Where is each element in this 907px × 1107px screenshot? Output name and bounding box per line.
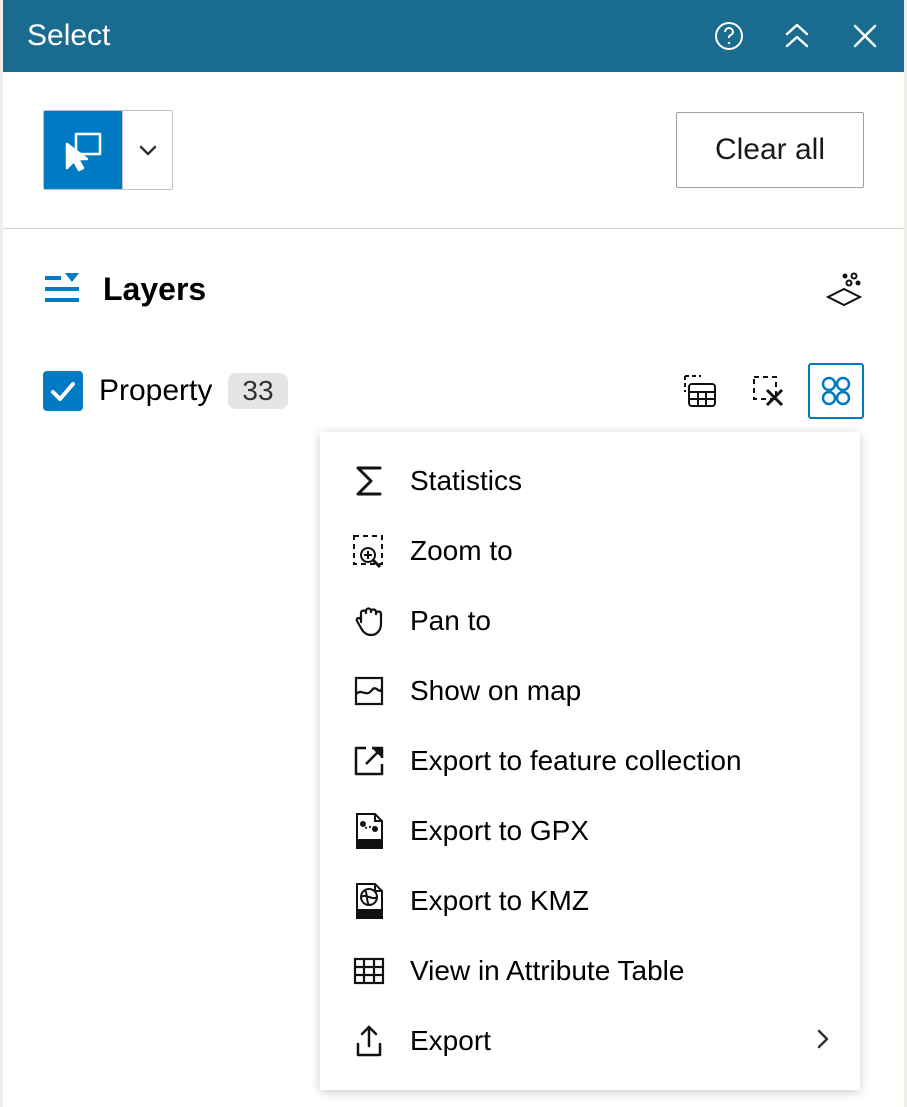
export-icon [350,1022,388,1060]
menu-label: Export to feature collection [410,745,742,777]
menu-item-export-feature-collection[interactable]: Export to feature collection [320,726,860,796]
chevron-right-icon [816,1025,830,1057]
menu-label: Export to KMZ [410,885,589,917]
actions-dropdown-menu: Statistics Zoom to Pan to [320,432,860,1090]
svg-text:KMZ: KMZ [360,909,377,918]
header-actions [714,21,880,51]
gpx-file-icon: GPX [350,812,388,850]
layers-legend-icon[interactable] [824,269,864,309]
layers-section: Layers Property 33 [3,229,904,459]
layers-icon [43,270,81,309]
layers-heading: Layers [103,271,206,308]
panel-header: Select [3,0,904,72]
kmz-file-icon: KMZ [350,882,388,920]
help-icon[interactable] [714,21,744,51]
menu-item-statistics[interactable]: Statistics [320,446,860,516]
pan-icon [350,602,388,640]
map-icon [350,672,388,710]
menu-item-export-kmz[interactable]: KMZ Export to KMZ [320,866,860,936]
menu-item-view-attribute-table[interactable]: View in Attribute Table [320,936,860,1006]
collapse-icon[interactable] [782,21,812,51]
menu-item-show-on-map[interactable]: Show on map [320,656,860,726]
selection-tool-group [43,110,173,190]
layer-row: Property 33 [43,363,864,419]
layer-count-badge: 33 [228,373,287,409]
menu-item-zoom-to[interactable]: Zoom to [320,516,860,586]
menu-label: Pan to [410,605,491,637]
export-fc-icon [350,742,388,780]
clear-all-button[interactable]: Clear all [676,112,864,188]
menu-label: Show on map [410,675,581,707]
layer-checkbox[interactable] [43,371,83,411]
menu-item-export[interactable]: Export [320,1006,860,1076]
menu-label: Zoom to [410,535,513,567]
svg-text:GPX: GPX [361,839,379,848]
menu-label: View in Attribute Table [410,955,684,987]
close-icon[interactable] [850,21,880,51]
menu-label: Export [410,1025,491,1057]
clear-selection-icon[interactable] [740,363,796,419]
layers-header: Layers [43,269,864,309]
panel-title: Select [27,19,714,53]
selection-tool-dropdown[interactable] [122,111,172,189]
actions-menu-button[interactable] [808,363,864,419]
menu-label: Export to GPX [410,815,589,847]
selection-tool-button[interactable] [44,111,122,189]
attribute-table-icon[interactable] [672,363,728,419]
menu-item-export-gpx[interactable]: GPX Export to GPX [320,796,860,866]
menu-item-pan-to[interactable]: Pan to [320,586,860,656]
table-icon [350,952,388,990]
toolbar: Clear all [3,72,904,229]
layer-name: Property [99,374,212,408]
menu-label: Statistics [410,465,522,497]
zoom-to-icon [350,532,388,570]
sigma-icon [350,462,388,500]
